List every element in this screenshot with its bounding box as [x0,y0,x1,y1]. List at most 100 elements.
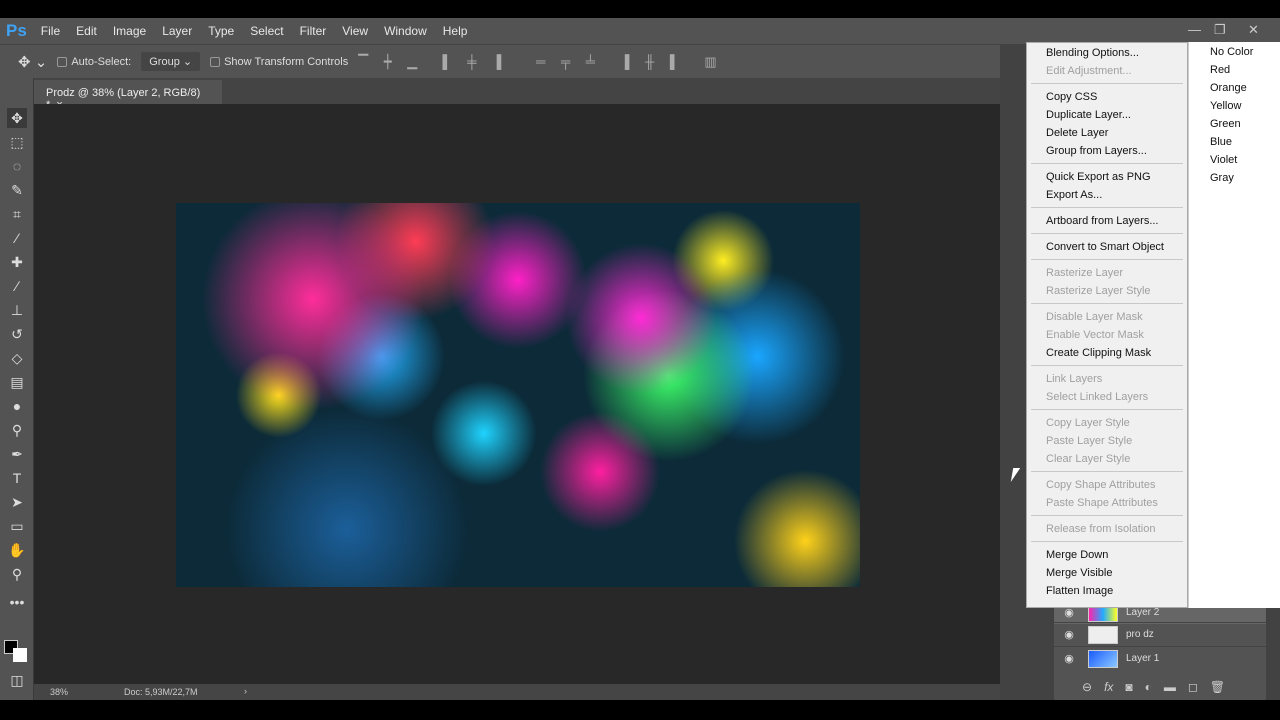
menu-type[interactable]: Type [208,24,234,38]
context-menu-item[interactable]: Artboard from Layers... [1027,212,1187,230]
pen-tool-icon[interactable]: ✒ [7,444,27,464]
menu-separator [1027,160,1187,168]
zoom-level[interactable]: 38% [50,687,68,697]
menu-help[interactable]: Help [443,24,468,38]
menu-view[interactable]: View [342,24,368,38]
document-tab[interactable]: Prodz @ 38% (Layer 2, RGB/8) * × [34,80,222,111]
new-layer-icon[interactable]: ◻ [1188,680,1198,694]
layer-thumbnail [1088,649,1118,668]
context-menu-item[interactable]: Flatten Image [1027,582,1187,600]
trash-icon[interactable]: 🗑 [1210,680,1225,694]
adjustment-icon[interactable]: ◐ [1145,680,1152,694]
brush-tool-icon[interactable]: ∕ [7,276,27,296]
title-bar [0,0,1280,18]
menu-separator [1027,512,1187,520]
color-option[interactable]: Yellow [1189,97,1280,115]
quick-mask-icon[interactable]: ◫ [7,670,27,690]
context-menu-item[interactable]: Merge Visible [1027,564,1187,582]
context-menu-item[interactable]: Convert to Smart Object [1027,238,1187,256]
group-select[interactable]: Group ⌄ [141,52,201,71]
path-select-icon[interactable]: ➤ [7,492,27,512]
context-menu-item[interactable]: Blending Options... [1027,44,1187,62]
zoom-tool-icon[interactable]: ⚲ [7,564,27,584]
menu-window[interactable]: Window [384,24,427,38]
auto-select-label: Auto-Select: [71,55,132,68]
context-menu-item: Edit Adjustment... [1046,65,1132,77]
eyedropper-tool-icon[interactable]: ⁄ [7,228,27,248]
context-menu-item: Rasterize Layer Style [1046,285,1151,297]
visibility-eye-icon[interactable]: ◉ [1054,628,1084,641]
more-tools-icon[interactable]: ••• [7,592,27,612]
history-brush-icon[interactable]: ↺ [7,324,27,344]
app-logo: Ps [6,21,27,40]
show-transform-checkbox[interactable]: Show Transform Controls [210,56,348,68]
color-option[interactable]: Gray [1189,169,1280,187]
gradient-tool-icon[interactable]: ▤ [7,372,27,392]
context-menu-item: Copy Shape Attributes [1046,479,1156,491]
link-icon[interactable]: ⊖ [1082,680,1092,694]
menu-separator [1027,362,1187,370]
menu-separator [1027,300,1187,308]
menu-separator [1027,80,1187,88]
quick-select-tool-icon[interactable]: ✎ [7,180,27,200]
color-option[interactable]: No Color [1189,43,1280,61]
color-option[interactable]: Orange [1189,79,1280,97]
menu-edit[interactable]: Edit [76,24,97,38]
minimize-button[interactable]: — [1188,22,1201,37]
layer-row[interactable]: ◉ pro dz [1054,622,1266,646]
color-option[interactable]: Red [1189,61,1280,79]
menu-filter[interactable]: Filter [300,24,327,38]
move-tool-icon[interactable]: ✥ ⌄ [18,53,47,71]
menu-separator [1027,538,1187,546]
status-menu-arrow-icon[interactable]: › [244,686,247,696]
align-icons[interactable]: ▔ ┿ ▁ ▌ ╪ ▐ ═ ╤ ╧ ▐ ╫ ▌ ▥ [358,54,722,70]
type-tool-icon[interactable]: T [7,468,27,488]
folder-icon[interactable]: ▬ [1164,680,1176,694]
color-option[interactable]: Violet [1189,151,1280,169]
show-transform-label: Show Transform Controls [224,55,349,68]
move-tool-icon[interactable]: ✥ [7,108,27,128]
paint-splatter-image[interactable] [176,203,860,587]
context-menu-item[interactable]: Copy CSS [1027,88,1187,106]
marquee-tool-icon[interactable]: ⬚ [7,132,27,152]
eraser-tool-icon[interactable]: ◇ [7,348,27,368]
context-menu-item[interactable]: Group from Layers... [1027,142,1187,160]
layer-context-menu: Blending Options... Edit Adjustment... Cop… [1026,42,1188,608]
menu-separator [1027,230,1187,238]
menu-image[interactable]: Image [113,24,146,38]
lasso-tool-icon[interactable]: ◌ [7,156,27,176]
color-submenu: No Color Red Orange Yellow Green Blue Violet Gr… [1188,42,1280,608]
stamp-tool-icon[interactable]: ⊥ [7,300,27,320]
restore-button[interactable]: ❐ [1214,22,1226,38]
layer-row[interactable]: ◉ Layer 1 [1054,646,1266,670]
auto-select-checkbox[interactable]: Auto-Select: [57,56,131,68]
context-menu-item[interactable]: Merge Down [1027,546,1187,564]
menu-layer[interactable]: Layer [162,24,192,38]
group-select-value: Group [149,56,180,68]
background-color-swatch[interactable] [13,648,27,662]
menu-select[interactable]: Select [250,24,283,38]
context-menu-item[interactable]: Quick Export as PNG [1027,168,1187,186]
close-button[interactable]: ✕ [1248,22,1259,38]
context-menu-item[interactable]: Duplicate Layer... [1027,106,1187,124]
menu-separator [1027,406,1187,414]
dodge-tool-icon[interactable]: ⚲ [7,420,27,440]
rectangle-tool-icon[interactable]: ▭ [7,516,27,536]
visibility-eye-icon[interactable]: ◉ [1054,652,1084,665]
crop-tool-icon[interactable]: ⌗ [7,204,27,224]
fx-icon[interactable]: fx [1104,680,1113,694]
context-menu-item[interactable]: Create Clipping Mask [1027,344,1187,362]
hand-tool-icon[interactable]: ✋ [7,540,27,560]
tools-panel: ✥ ⬚ ◌ ✎ ⌗ ⁄ ✚ ∕ ⊥ ↺ ◇ ▤ ● ⚲ ✒ T ➤ ▭ ✋ ⚲ … [0,78,34,700]
context-menu-item: Release from Isolation [1046,523,1156,535]
menu-items: File Edit Image Layer Type Select Filter View Wi… [41,24,484,38]
color-option[interactable]: Green [1189,115,1280,133]
context-menu-item[interactable]: Delete Layer [1027,124,1187,142]
blur-tool-icon[interactable]: ● [7,396,27,416]
color-option[interactable]: Blue [1189,133,1280,151]
healing-tool-icon[interactable]: ✚ [7,252,27,272]
mask-icon[interactable]: ◙ [1125,680,1132,694]
menu-separator [1027,468,1187,476]
context-menu-item[interactable]: Export As... [1027,186,1187,204]
menu-file[interactable]: File [41,24,60,38]
